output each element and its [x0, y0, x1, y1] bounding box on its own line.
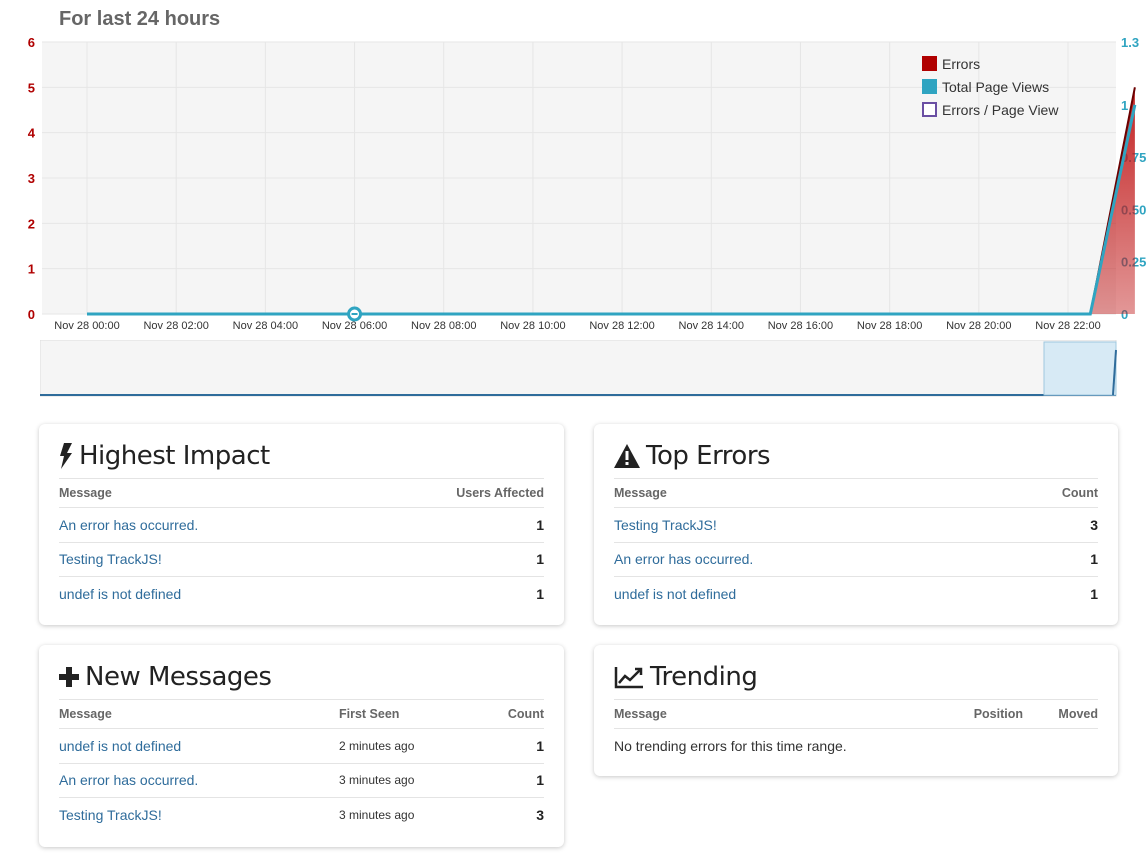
x-tick-label: Nov 28 12:00: [589, 320, 654, 332]
column-header-position: Position: [933, 699, 1023, 729]
x-tick-label: Nov 28 14:00: [679, 320, 744, 332]
chart-legend: Errors Total Page Views Errors / Page Vi…: [922, 52, 1058, 121]
column-header-message: Message: [614, 478, 999, 508]
legend-swatch-errors-per-view: [922, 102, 937, 117]
new-messages-card: New Messages Message First Seen Count un…: [39, 645, 564, 847]
left-axis-tick-label: 5: [28, 80, 35, 95]
left-axis-tick-label: 0: [28, 307, 35, 322]
bolt-icon: [60, 443, 72, 469]
left-axis-tick-label: 3: [28, 171, 35, 186]
highest-impact-table: Message Users Affected An error has occu…: [59, 478, 544, 611]
highest-impact-card: Highest Impact Message Users Affected An…: [39, 424, 564, 625]
users-affected-count: 1: [356, 542, 544, 577]
legend-label-errors-per-view: Errors / Page View: [942, 101, 1059, 118]
table-row: An error has occurred. 1: [59, 507, 544, 543]
table-row: No trending errors for this time range.: [614, 729, 1098, 764]
warning-icon: [614, 444, 640, 468]
column-header-message: Message: [614, 699, 933, 729]
error-count: 1: [998, 542, 1098, 577]
new-messages-heading: New Messages: [59, 659, 544, 699]
highest-impact-title: Highest Impact: [79, 441, 270, 471]
top-errors-heading: Top Errors: [614, 438, 1098, 478]
message-link[interactable]: undef is not defined: [614, 586, 736, 602]
x-tick-label: Nov 28 10:00: [500, 320, 565, 332]
legend-item-page-views[interactable]: Total Page Views: [922, 75, 1058, 98]
table-row: An error has occurred. 3 minutes ago 1: [59, 763, 544, 798]
chart-title: For last 24 hours: [59, 8, 221, 30]
highest-impact-heading: Highest Impact: [59, 438, 544, 478]
message-link[interactable]: Testing TrackJS!: [59, 807, 162, 823]
legend-swatch-page-views: [922, 79, 937, 94]
trending-card: Trending Message Position Moved No trend…: [594, 645, 1118, 776]
message-count: 1: [477, 728, 544, 764]
x-tick-label: Nov 28 20:00: [946, 320, 1011, 332]
top-errors-table: Message Count Testing TrackJS! 3 An erro…: [614, 478, 1098, 611]
trending-title: Trending: [650, 662, 758, 692]
legend-label-errors: Errors: [942, 55, 981, 72]
table-row: undef is not defined 1: [59, 577, 544, 612]
trending-heading: Trending: [614, 659, 1098, 699]
message-link[interactable]: Testing TrackJS!: [59, 551, 162, 567]
message-link[interactable]: Testing TrackJS!: [614, 517, 717, 533]
column-header-count: Count: [477, 699, 544, 729]
trend-chart-icon: [614, 667, 643, 689]
message-link[interactable]: undef is not defined: [59, 586, 181, 602]
first-seen-value: 2 minutes ago: [339, 728, 478, 764]
message-count: 1: [477, 763, 544, 798]
message-link[interactable]: undef is not defined: [59, 738, 181, 754]
users-affected-count: 1: [356, 507, 544, 543]
column-header-count: Count: [998, 478, 1098, 508]
empty-state-text: No trending errors for this time range.: [614, 738, 847, 754]
navigator-background: [40, 340, 1117, 397]
message-link[interactable]: An error has occurred.: [59, 517, 198, 533]
column-header-first-seen: First Seen: [339, 699, 478, 729]
x-tick-label: Nov 28 18:00: [857, 320, 922, 332]
navigator-selection: [1043, 341, 1117, 396]
error-count: 1: [1090, 586, 1098, 602]
new-messages-title: New Messages: [85, 662, 272, 692]
x-tick-label: Nov 28 04:00: [233, 320, 298, 332]
column-header-users-affected: Users Affected: [356, 478, 544, 508]
left-axis-tick-label: 1: [28, 262, 35, 277]
trending-table: Message Position Moved No trending error…: [614, 699, 1098, 763]
table-row: Testing TrackJS! 3 minutes ago 3: [59, 798, 544, 833]
column-header-message: Message: [59, 478, 357, 508]
table-row: undef is not defined 2 minutes ago 1: [59, 728, 544, 764]
error-count: 3: [998, 507, 1098, 543]
left-axis-tick-label: 2: [28, 216, 35, 231]
left-axis-tick-label: 6: [28, 35, 35, 50]
top-errors-title: Top Errors: [646, 441, 771, 471]
range-navigator[interactable]: [40, 340, 1118, 398]
plus-icon: [59, 667, 79, 687]
column-header-message: Message: [59, 699, 339, 729]
table-row: Testing TrackJS! 1: [59, 542, 544, 577]
x-tick-label: Nov 28 00:00: [54, 320, 119, 332]
message-count: 3: [536, 807, 544, 823]
first-seen-value: 3 minutes ago: [339, 763, 478, 798]
right-axis-tick-label: 1.3: [1121, 35, 1139, 50]
users-affected-count: 1: [536, 586, 544, 602]
message-link[interactable]: An error has occurred.: [614, 551, 753, 567]
x-tick-label: Nov 28 22:00: [1035, 320, 1100, 332]
right-axis-tick-label: 1: [1121, 98, 1128, 113]
legend-item-errors-per-view[interactable]: Errors / Page View: [922, 98, 1058, 121]
top-errors-card: Top Errors Message Count Testing TrackJS…: [594, 424, 1118, 625]
x-tick-label: Nov 28 02:00: [143, 320, 208, 332]
legend-item-errors[interactable]: Errors: [922, 52, 1058, 75]
legend-swatch-errors: [922, 56, 937, 71]
x-tick-label: Nov 28 16:00: [768, 320, 833, 332]
x-tick-label: Nov 28 06:00: [322, 320, 387, 332]
new-messages-table: Message First Seen Count undef is not de…: [59, 699, 544, 832]
legend-label-page-views: Total Page Views: [942, 78, 1050, 95]
column-header-moved: Moved: [1023, 699, 1098, 729]
x-tick-label: Nov 28 08:00: [411, 320, 476, 332]
first-seen-value: 3 minutes ago: [339, 808, 415, 822]
message-link[interactable]: An error has occurred.: [59, 772, 198, 788]
table-row: An error has occurred. 1: [614, 542, 1098, 577]
table-row: undef is not defined 1: [614, 577, 1098, 612]
table-row: Testing TrackJS! 3: [614, 507, 1098, 543]
left-axis-tick-label: 4: [28, 126, 36, 141]
